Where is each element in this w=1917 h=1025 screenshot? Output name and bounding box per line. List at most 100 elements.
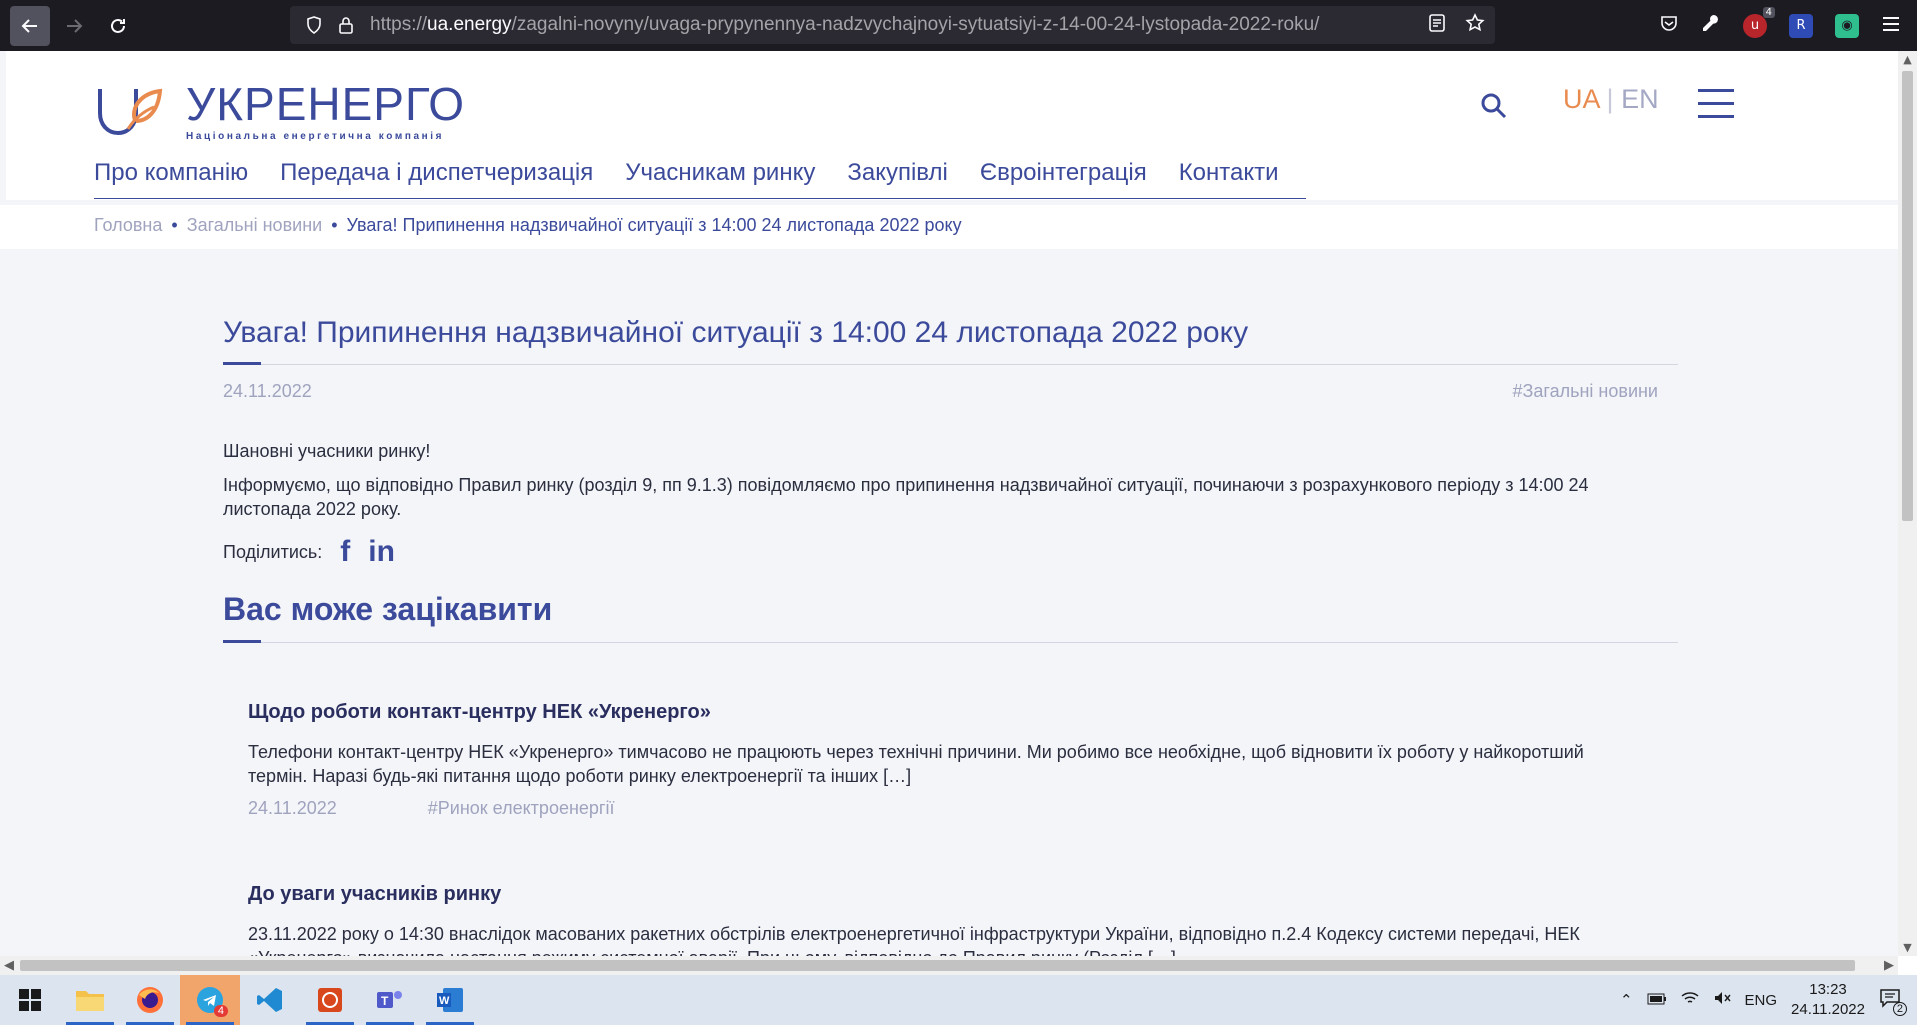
volume-muted-icon[interactable] — [1713, 990, 1731, 1010]
taskbar-app-orange[interactable] — [300, 975, 360, 1025]
page-title: Увага! Припинення надзвичайної ситуації … — [223, 316, 1249, 349]
page-viewport: УКРЕНЕРГО Національна енергетична компан… — [0, 51, 1898, 956]
related-divider — [223, 640, 1678, 643]
lang-separator: | — [1606, 84, 1614, 114]
horizontal-scrollbar[interactable]: ◀ ▶ — [0, 956, 1898, 975]
ublock-extension-icon[interactable]: u4 — [1743, 6, 1775, 38]
breadcrumb-current: Увага! Припинення надзвичайної ситуації … — [346, 215, 962, 235]
title-divider — [223, 362, 1678, 365]
related-card[interactable]: До уваги учасників ринку 23.11.2022 року… — [248, 883, 1648, 956]
ukrenergo-logo-icon[interactable] — [92, 81, 172, 143]
facebook-icon[interactable]: f — [340, 535, 350, 569]
logo-tagline: Національна енергетична компанія — [186, 131, 445, 142]
teams-icon: T — [377, 991, 402, 1008]
nav-about[interactable]: Про компанію — [94, 159, 248, 198]
taskbar-telegram[interactable]: 4 — [180, 975, 240, 1025]
taskbar-firefox[interactable] — [120, 975, 180, 1025]
share-label: Поділитись: — [223, 541, 323, 562]
chevron-up-icon[interactable]: ⌃ — [1620, 991, 1633, 1009]
clock-time: 13:23 — [1809, 981, 1847, 998]
related-card[interactable]: Щодо роботи контакт-центру НЕК «Укренерг… — [248, 701, 1648, 819]
forward-button[interactable] — [54, 6, 94, 46]
windows-logo-icon — [19, 989, 41, 1011]
share-bar: Поділитись: f in — [223, 535, 1678, 569]
reload-button[interactable] — [98, 6, 138, 46]
shield-icon[interactable] — [304, 15, 324, 35]
nav-transmission[interactable]: Передача і диспетчеризація — [280, 159, 593, 198]
pocket-icon[interactable] — [1659, 13, 1679, 38]
menu-icon[interactable] — [1881, 15, 1901, 37]
arrow-right-icon — [67, 18, 83, 33]
article-body: Шановні учасники ринку! Інформуємо, що в… — [223, 439, 1678, 521]
reader-view-icon[interactable] — [1429, 13, 1445, 37]
search-icon[interactable] — [1479, 91, 1509, 121]
wrench-icon[interactable] — [1701, 13, 1721, 38]
scrollbar-thumb-horizontal[interactable] — [20, 960, 1855, 971]
article-paragraph: Інформуємо, що відповідно Правил ринку (… — [223, 475, 1589, 519]
input-language[interactable]: ENG — [1745, 992, 1778, 1009]
svg-text:T: T — [381, 994, 389, 1008]
related-card-excerpt: 23.11.2022 року о 14:30 внаслідок масова… — [248, 924, 1580, 956]
nav-market-participants[interactable]: Учасникам ринку — [625, 159, 815, 198]
taskbar-vscode[interactable] — [240, 975, 300, 1025]
taskbar-teams[interactable]: T — [360, 975, 420, 1025]
language-switcher: UA | EN — [1563, 84, 1659, 115]
taskbar: 4 T W ⌃ ENG 13:23 24.11.2022 2 — [0, 975, 1917, 1025]
main-navigation: Про компанію Передача і диспетчеризація … — [94, 159, 1306, 199]
breadcrumb-bar: Головна • Загальні новини • Увага! Припи… — [0, 205, 1898, 249]
telegram-badge: 4 — [213, 1005, 228, 1017]
related-card-excerpt: Телефони контакт-центру НЕК «Укренерго» … — [248, 742, 1584, 786]
reload-icon — [111, 18, 125, 33]
nav-eurointegration[interactable]: Євроінтеграція — [980, 159, 1147, 198]
url-text[interactable]: https://ua.energy/zagalni-novyny/uvaga-p… — [370, 14, 1319, 36]
breadcrumb-home[interactable]: Головна — [94, 215, 162, 235]
app-compass-icon — [318, 988, 342, 1012]
logo-name[interactable]: УКРЕНЕРГО — [186, 77, 465, 131]
scroll-left-arrow-icon[interactable]: ◀ — [4, 956, 14, 975]
scroll-down-arrow-icon[interactable]: ▼ — [1898, 941, 1917, 954]
hamburger-menu-icon[interactable] — [1698, 89, 1734, 118]
vertical-scrollbar[interactable]: ▲ ▼ — [1898, 51, 1917, 956]
word-icon: W — [437, 988, 463, 1012]
taskbar-word[interactable]: W — [420, 975, 480, 1025]
vscode-icon — [257, 988, 282, 1012]
start-button[interactable] — [0, 975, 60, 1025]
site-header: УКРЕНЕРГО Національна енергетична компан… — [6, 51, 1898, 200]
breadcrumb-section[interactable]: Загальні новини — [187, 215, 322, 235]
lang-en-link[interactable]: EN — [1621, 84, 1659, 114]
article-date: 24.11.2022 — [223, 381, 312, 401]
extension-icon[interactable]: R — [1789, 13, 1813, 38]
clock[interactable]: 13:23 24.11.2022 — [1791, 980, 1865, 1020]
article-greeting: Шановні учасники ринку! — [223, 441, 431, 461]
related-card-title[interactable]: Щодо роботи контакт-центру НЕК «Укренерг… — [248, 701, 1648, 724]
system-tray: ⌃ ENG 13:23 24.11.2022 2 — [1620, 975, 1917, 1025]
notification-count: 2 — [1892, 1002, 1907, 1016]
bookmark-star-icon[interactable] — [1465, 12, 1485, 38]
wifi-icon[interactable] — [1681, 990, 1699, 1010]
article-meta: 24.11.2022 #Загальні новини — [223, 381, 1678, 405]
clock-date: 24.11.2022 — [1791, 1001, 1865, 1018]
related-card-tag-link[interactable]: #Ринок електроенергії — [428, 798, 615, 818]
taskbar-file-explorer[interactable] — [60, 975, 120, 1025]
related-heading: Вас може зацікавити — [223, 591, 553, 627]
address-bar[interactable]: https://ua.energy/zagalni-novyny/uvaga-p… — [290, 6, 1495, 44]
scroll-up-arrow-icon[interactable]: ▲ — [1898, 53, 1917, 66]
browser-toolbar: https://ua.energy/zagalni-novyny/uvaga-p… — [0, 0, 1917, 51]
extension-map-icon[interactable]: ◉ — [1835, 13, 1859, 38]
battery-icon[interactable] — [1647, 992, 1667, 1009]
notifications-icon[interactable]: 2 — [1879, 988, 1907, 1016]
lang-ua-link[interactable]: UA — [1563, 84, 1599, 114]
related-card-date: 24.11.2022 — [248, 798, 337, 818]
linkedin-icon[interactable]: in — [368, 535, 395, 569]
scrollbar-thumb[interactable] — [1902, 71, 1913, 521]
svg-text:W: W — [439, 995, 450, 1007]
related-card-title[interactable]: До уваги учасників ринку — [248, 883, 1648, 906]
nav-procurement[interactable]: Закупівлі — [847, 159, 947, 198]
arrow-left-icon — [21, 18, 37, 33]
nav-contacts[interactable]: Контакти — [1179, 159, 1279, 198]
back-button[interactable] — [10, 5, 50, 46]
article-tag-link[interactable]: #Загальні новини — [1513, 381, 1658, 402]
article: Увага! Припинення надзвичайної ситуації … — [223, 316, 1678, 643]
scroll-right-arrow-icon[interactable]: ▶ — [1884, 956, 1894, 975]
lock-icon[interactable] — [336, 15, 356, 35]
